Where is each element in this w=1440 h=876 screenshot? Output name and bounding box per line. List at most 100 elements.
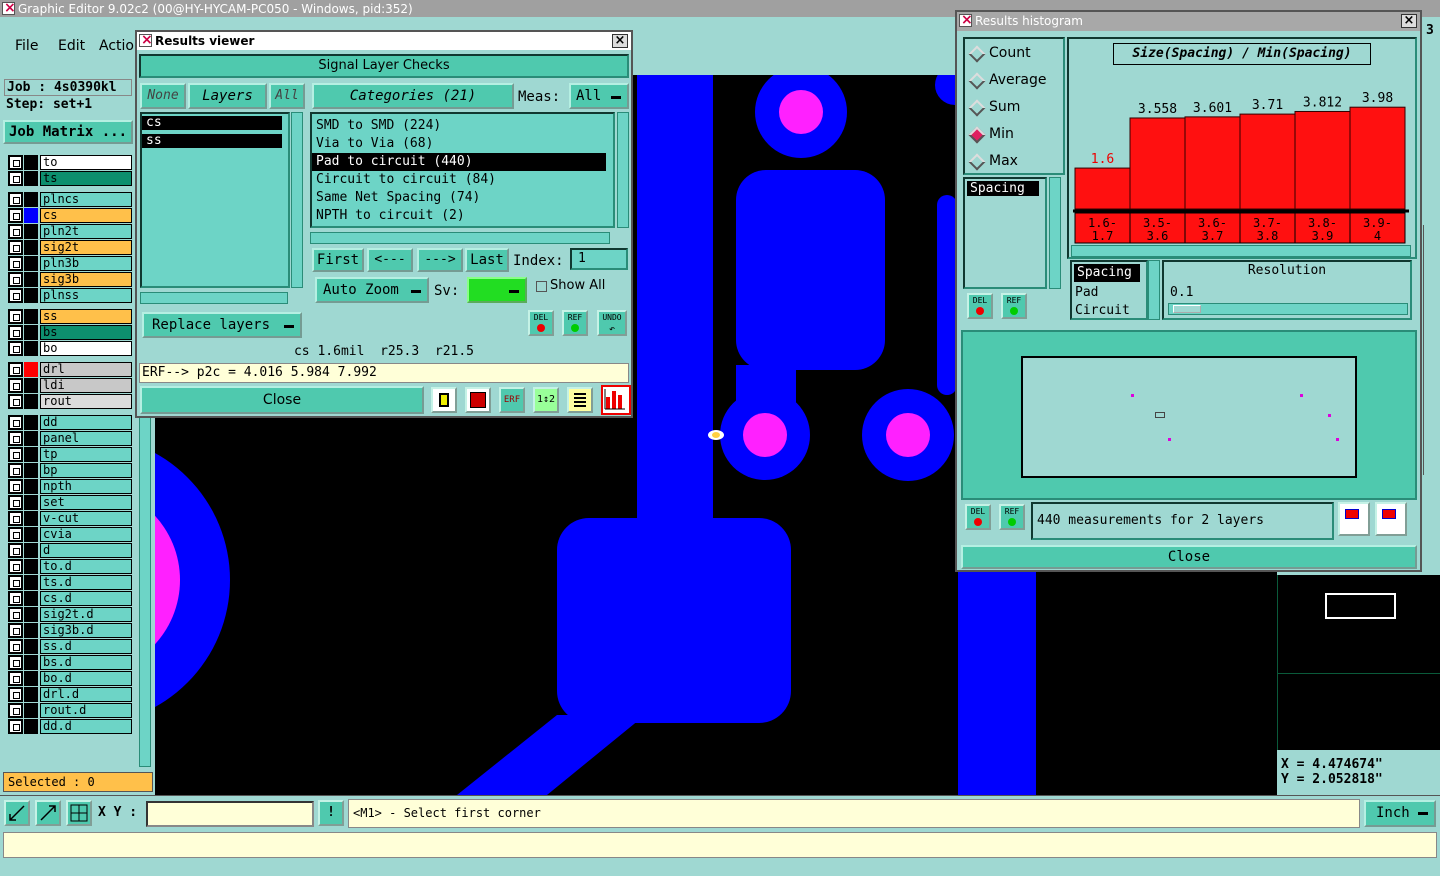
layer-checkbox[interactable] [8, 495, 23, 510]
menu-action[interactable]: Actio [99, 38, 134, 54]
resolution-slider[interactable] [1168, 303, 1408, 315]
layer-name[interactable]: drl.d [40, 687, 132, 702]
prev-button[interactable]: <--- [367, 248, 413, 272]
layer-name[interactable]: drl [40, 362, 132, 377]
layer-checkbox[interactable] [8, 415, 23, 430]
layer-name[interactable]: bo [40, 341, 132, 356]
layer-name[interactable]: bs.d [40, 655, 132, 670]
layer-checkbox[interactable] [8, 607, 23, 622]
layer-checkbox[interactable] [8, 463, 23, 478]
histogram-bar[interactable] [1239, 113, 1296, 210]
xy-input[interactable] [146, 801, 314, 827]
measure-list-scrollbar[interactable] [1049, 177, 1061, 289]
layer-color-swatch[interactable] [24, 224, 38, 239]
layer-color-swatch[interactable] [24, 431, 38, 446]
layer-checkbox[interactable] [8, 479, 23, 494]
command-line[interactable] [3, 832, 1437, 858]
layer-row[interactable]: cvia [8, 527, 132, 542]
option-label[interactable]: Max [989, 153, 1018, 169]
layer-checkbox[interactable] [8, 575, 23, 590]
menu-edit[interactable]: Edit [58, 38, 85, 54]
field-item-spacing[interactable]: Spacing [1074, 264, 1140, 282]
layer-color-swatch[interactable] [24, 527, 38, 542]
all-button[interactable]: All [269, 83, 305, 109]
field-item-circuit[interactable]: Circuit [1072, 302, 1146, 320]
layer-row[interactable]: ts.d [8, 575, 132, 590]
zoom-area-icon[interactable] [35, 800, 61, 826]
mini-map[interactable] [1277, 575, 1440, 750]
layer-color-swatch[interactable] [24, 671, 38, 686]
layer-name[interactable]: plncs [40, 192, 132, 207]
layer-color-swatch[interactable] [24, 607, 38, 622]
layer-name[interactable]: pln2t [40, 224, 132, 239]
sv-select[interactable] [467, 277, 527, 303]
layer-checkbox[interactable] [8, 362, 23, 377]
layer-row[interactable]: plnss [8, 288, 132, 303]
layer-row[interactable]: bo [8, 341, 132, 356]
layer-color-swatch[interactable] [24, 623, 38, 638]
layer-color-swatch[interactable] [24, 575, 38, 590]
layer-checkbox[interactable] [8, 591, 23, 606]
layer-row[interactable]: ss [8, 309, 132, 324]
layer-name[interactable]: panel [40, 431, 132, 446]
layer-row[interactable]: set [8, 495, 132, 510]
layer-color-swatch[interactable] [24, 341, 38, 356]
layer-checkbox[interactable] [8, 623, 23, 638]
layer-name[interactable]: sig3b.d [40, 623, 132, 638]
layer-color-swatch[interactable] [24, 495, 38, 510]
layer-name[interactable]: cs [40, 208, 132, 223]
highlight-icon[interactable] [465, 387, 491, 413]
layer-checkbox[interactable] [8, 719, 23, 734]
layer-row[interactable]: drl [8, 362, 132, 377]
layer-checkbox[interactable] [8, 240, 23, 255]
layer-name[interactable]: ldi [40, 378, 132, 393]
layer-checkbox[interactable] [8, 192, 23, 207]
layer-name[interactable]: v-cut [40, 511, 132, 526]
histogram-bar[interactable] [1074, 167, 1131, 210]
layer-checkbox[interactable] [8, 288, 23, 303]
layer-checkbox[interactable] [8, 559, 23, 574]
first-button[interactable]: First [312, 248, 364, 272]
layer-color-swatch[interactable] [24, 309, 38, 324]
field-item-pad[interactable]: Pad [1072, 284, 1146, 302]
layer-checkbox[interactable] [8, 431, 23, 446]
layer-checkbox[interactable] [8, 639, 23, 654]
layer-name[interactable]: sig2t [40, 240, 132, 255]
layer-name[interactable]: tp [40, 447, 132, 462]
layer-checkbox[interactable] [8, 655, 23, 670]
ref-icon[interactable]: REF [562, 310, 588, 336]
option-radio[interactable] [968, 153, 986, 171]
option-label[interactable]: Average [989, 72, 1047, 88]
layer-row[interactable]: to [8, 155, 132, 170]
category-item[interactable]: NPTH to circuit (2) [312, 207, 613, 225]
replace-layers-select[interactable]: Replace layers [142, 312, 302, 338]
next-button[interactable]: ---> [417, 248, 463, 272]
layer-list-hscrollbar[interactable] [140, 292, 288, 304]
layer-row[interactable]: panel [8, 431, 132, 446]
auto-zoom-select[interactable]: Auto Zoom [315, 277, 429, 303]
layer-name[interactable]: dd [40, 415, 132, 430]
layer-checkbox[interactable] [8, 447, 23, 462]
index-input[interactable]: 1 [570, 248, 628, 270]
layer-name[interactable]: pln3b [40, 256, 132, 271]
histogram-bar[interactable] [1184, 116, 1241, 210]
layer-color-swatch[interactable] [24, 325, 38, 340]
category-list[interactable]: SMD to SMD (224) Via to Via (68) Pad to ci… [310, 112, 615, 228]
measure-list[interactable]: Spacing [963, 177, 1047, 289]
layer-row[interactable]: bs.d [8, 655, 132, 670]
layer-list-scrollbar[interactable] [291, 112, 303, 288]
layer-color-swatch[interactable] [24, 171, 38, 186]
layer-checkbox[interactable] [8, 256, 23, 271]
layer-checkbox[interactable] [8, 272, 23, 287]
layer-color-swatch[interactable] [24, 511, 38, 526]
layer-color-swatch[interactable] [24, 288, 38, 303]
layer-color-swatch[interactable] [24, 591, 38, 606]
category-item[interactable]: Circuit to circuit (84) [312, 171, 613, 189]
layer-row[interactable]: dd.d [8, 719, 132, 734]
layer-checkbox[interactable] [8, 394, 23, 409]
layer-name[interactable]: ss.d [40, 639, 132, 654]
layer-row[interactable]: npth [8, 479, 132, 494]
import-icon[interactable] [1375, 502, 1407, 536]
categories-button[interactable]: Categories (21) [312, 83, 514, 109]
layer-row[interactable]: bs [8, 325, 132, 340]
